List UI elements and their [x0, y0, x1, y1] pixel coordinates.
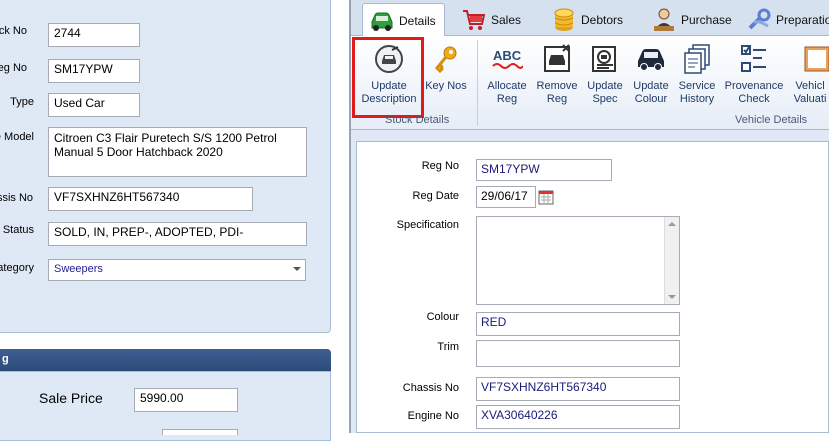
- update-colour-label: Update Colour: [633, 80, 669, 105]
- model-field[interactable]: Citroen C3 Flair Puretech S/S 1200 Petro…: [48, 127, 307, 177]
- scroll-down-icon[interactable]: [668, 295, 676, 299]
- car-icon: [369, 8, 395, 34]
- spec-icon: [588, 42, 622, 76]
- tab-preparation-label: Preparation: [776, 12, 829, 27]
- abc-icon: ABC: [490, 42, 524, 76]
- specification-scrollbar[interactable]: [664, 217, 679, 304]
- key-nos-label: Key Nos: [425, 80, 467, 92]
- tab-details[interactable]: Details: [362, 3, 445, 37]
- details-form: Reg No SM17YPW Reg Date 29/06/17 Specifi…: [356, 141, 829, 433]
- highlight-box: [352, 37, 424, 118]
- valuation-icon: [799, 42, 829, 76]
- allocate-reg-label: Allocate Reg: [487, 80, 527, 105]
- reg-no-field[interactable]: SM17YPW: [48, 59, 140, 83]
- reg-no-input[interactable]: SM17YPW: [476, 159, 612, 181]
- status-label: Status: [2, 224, 34, 236]
- sale-price-label: Sale Price: [39, 390, 103, 406]
- tab-debtors[interactable]: Debtors: [545, 3, 629, 36]
- tab-debtors-label: Debtors: [581, 12, 624, 27]
- type-label: Type: [10, 96, 34, 108]
- status-field[interactable]: SOLD, IN, PREP-, ADOPTED, PDI-: [48, 222, 307, 246]
- reg-date-input[interactable]: 29/06/17: [476, 186, 536, 208]
- provenance-check-label: Provenance Check: [724, 80, 784, 105]
- service-history-button[interactable]: Service History: [675, 42, 719, 106]
- reg-date-label: Reg Date: [412, 190, 459, 202]
- service-history-label: Service History: [678, 80, 716, 105]
- chassis-no-label: Chassis No: [402, 382, 459, 394]
- update-spec-button[interactable]: Update Spec: [585, 42, 625, 106]
- tab-purchase-label: Purchase: [681, 12, 732, 27]
- reg-no-label: Reg No: [0, 62, 27, 74]
- checklist-icon: [737, 42, 771, 76]
- engine-no-label: Engine No: [407, 410, 459, 422]
- category-select[interactable]: Sweepers: [48, 259, 306, 281]
- category-select-value: Sweepers: [54, 263, 103, 275]
- tab-sales[interactable]: Sales: [455, 3, 527, 36]
- next-field[interactable]: [162, 429, 238, 435]
- coins-icon: [551, 7, 577, 33]
- vehicle-details-group-label: Vehicle Details: [735, 114, 808, 126]
- colour-input[interactable]: RED: [476, 312, 680, 336]
- tab-bar: Details Sales Debtors Purchase Preparati…: [351, 0, 829, 37]
- allocate-reg-button[interactable]: ABC Allocate Reg: [487, 42, 527, 106]
- tab-sales-label: Sales: [491, 12, 522, 27]
- remove-reg-label: Remove Reg: [536, 80, 578, 105]
- documents-icon: [680, 42, 714, 76]
- details-panel: Details Sales Debtors Purchase Preparati…: [351, 0, 829, 433]
- stock-no-label: tock No: [0, 25, 27, 37]
- svg-text:ABC: ABC: [493, 48, 522, 63]
- key-icon: [429, 42, 463, 76]
- trim-label: Trim: [437, 341, 459, 353]
- sale-price-field[interactable]: 5990.00: [134, 388, 238, 412]
- stock-no-field[interactable]: 2744: [48, 23, 140, 47]
- remove-reg-button[interactable]: Remove Reg: [535, 42, 579, 106]
- specification-textarea[interactable]: [476, 216, 680, 305]
- colour-label: Colour: [426, 311, 459, 323]
- specification-label: Specification: [396, 219, 459, 231]
- pricing-header: g: [0, 349, 331, 371]
- group-separator: [477, 40, 478, 126]
- cart-icon: [461, 7, 487, 33]
- vehicle-valuation-button[interactable]: Vehicl Valuati: [791, 42, 829, 106]
- update-colour-button[interactable]: Update Colour: [631, 42, 671, 106]
- remove-reg-icon: [540, 42, 574, 76]
- update-spec-label: Update Spec: [587, 80, 623, 105]
- wrench-icon: [746, 7, 772, 33]
- vehicle-valuation-label: Vehicl Valuati: [793, 80, 827, 105]
- buyer-icon: [651, 7, 677, 33]
- vehicle-summary-panel: tock No 2744 Reg No SM17YPW Type Used Ca…: [0, 0, 350, 441]
- ribbon-toolbar: Update Description Key Nos ABC Allocate …: [351, 36, 829, 130]
- trim-input[interactable]: [476, 340, 680, 367]
- provenance-check-button[interactable]: Provenance Check: [723, 42, 785, 106]
- car-colour-icon: [634, 42, 668, 76]
- engine-no-input[interactable]: XVA30640226: [476, 405, 680, 429]
- chevron-down-icon[interactable]: [293, 267, 301, 271]
- stock-details-group-label: Stock Details: [385, 114, 450, 126]
- category-label: ategory: [0, 262, 34, 274]
- scroll-up-icon[interactable]: [668, 222, 676, 226]
- tab-purchase[interactable]: Purchase: [645, 3, 738, 36]
- calendar-icon[interactable]: [538, 189, 554, 205]
- reg-no-label: Reg No: [421, 160, 459, 172]
- tab-details-label: Details: [399, 13, 436, 28]
- type-field[interactable]: Used Car: [48, 93, 140, 117]
- chassis-no-input[interactable]: VF7SXHNZ6HT567340: [476, 377, 680, 401]
- chassis-no-field[interactable]: VF7SXHNZ6HT567340: [48, 187, 253, 211]
- key-nos-button[interactable]: Key Nos: [423, 42, 469, 93]
- tab-preparation[interactable]: Preparation: [740, 3, 829, 36]
- model-label: e Model: [0, 131, 34, 143]
- chassis-no-label: ssis No: [0, 192, 33, 204]
